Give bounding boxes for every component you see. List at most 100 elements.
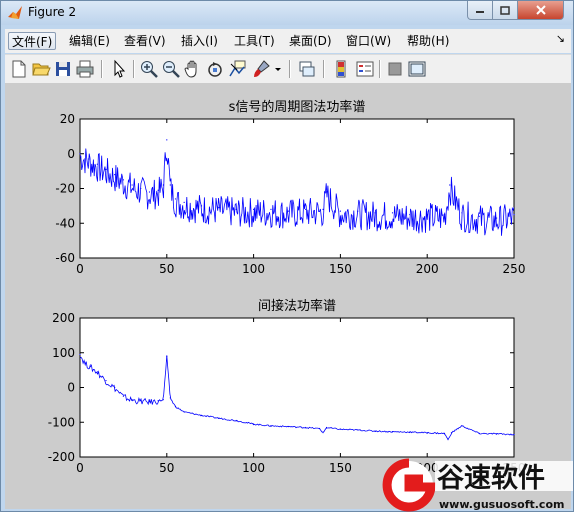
data-point: [478, 215, 480, 217]
zoom-out-icon[interactable]: [161, 59, 181, 79]
toolbar-separator: [323, 60, 325, 78]
colorbar-icon[interactable]: [331, 59, 351, 79]
y-tick-label: -200: [48, 450, 75, 464]
pan-icon[interactable]: [183, 59, 203, 79]
data-cursor-icon[interactable]: [227, 59, 247, 79]
matlab-logo-icon: [8, 6, 22, 19]
brush-dropdown-icon[interactable]: [273, 59, 283, 79]
watermark-logo: 谷速软件 www.gusuosoft.com: [382, 458, 573, 512]
data-point: [322, 208, 324, 210]
x-tick-label: 150: [329, 461, 352, 475]
menu-view[interactable]: 查看(V): [121, 32, 169, 50]
rotate-3d-icon[interactable]: [205, 59, 225, 79]
minimize-icon: [476, 11, 484, 13]
data-point: [461, 212, 463, 214]
print-icon[interactable]: [75, 59, 95, 79]
open-file-icon[interactable]: [31, 59, 51, 79]
data-point: [447, 439, 449, 441]
data-point: [409, 213, 411, 216]
data-point: [287, 210, 289, 212]
data-point: [169, 397, 171, 399]
x-tick-label: 200: [416, 262, 439, 276]
data-point: [157, 400, 159, 402]
data-point: [325, 426, 328, 429]
menu-edit[interactable]: 编辑(E): [66, 32, 113, 50]
link-plot-icon[interactable]: [297, 59, 317, 79]
watermark-brand: 谷速软件: [437, 463, 545, 494]
zoom-in-icon[interactable]: [139, 59, 159, 79]
data-point: [235, 208, 237, 210]
y-tick-label: 0: [67, 147, 75, 161]
x-tick-label: 0: [76, 262, 84, 276]
data-point: [84, 362, 86, 364]
data-point: [450, 432, 453, 434]
minimize-button[interactable]: [467, 1, 493, 20]
y-tick-label: 0: [67, 381, 75, 395]
show-plot-tools-icon[interactable]: [407, 59, 427, 79]
x-tick-label: 50: [159, 262, 174, 276]
brush-icon[interactable]: [251, 59, 271, 79]
hide-plot-tools-icon[interactable]: [385, 59, 405, 79]
save-icon[interactable]: [53, 59, 73, 79]
toolbar: [5, 54, 571, 83]
dock-arrow-icon[interactable]: ↘: [556, 32, 565, 45]
data-point: [318, 427, 321, 430]
data-point: [122, 395, 124, 397]
watermark: 谷速软件 www.gusuosoft.com: [379, 453, 574, 513]
data-point: [443, 432, 446, 434]
data-point: [148, 191, 151, 193]
data-point: [157, 189, 159, 191]
close-button[interactable]: [517, 1, 564, 20]
data-point: [174, 198, 177, 200]
data-point: [200, 205, 203, 207]
data-point: [89, 366, 92, 368]
figure-window: Figure 2 文件(F) 编辑(E) 查看(V) 插入(I) 工具(T) 桌…: [0, 0, 574, 512]
window-title: Figure 2: [28, 5, 77, 19]
data-point: [305, 208, 307, 210]
chart-title: s信号的周期图法功率谱: [229, 99, 366, 115]
y-tick-label: -40: [55, 216, 75, 230]
data-point: [513, 433, 515, 436]
data-point: [114, 174, 116, 176]
figure-canvas: s信号的周期图法功率谱 0 50 100 150 200 250 -60 -40 -20 0 20 间接…: [5, 83, 571, 509]
data-point: [96, 371, 98, 373]
y-tick-label: -20: [55, 182, 75, 196]
toolbar-separator: [133, 60, 135, 78]
menu-insert[interactable]: 插入(I): [178, 32, 221, 50]
data-point: [322, 432, 324, 434]
data-point: [270, 425, 272, 427]
data-point: [391, 431, 394, 433]
new-figure-icon[interactable]: [9, 59, 29, 79]
maximize-button[interactable]: [492, 1, 518, 20]
toolbar-separator: [289, 60, 291, 78]
y-tick-label: 200: [52, 311, 75, 325]
menu-file[interactable]: 文件(F): [8, 32, 57, 50]
data-point: [253, 423, 255, 425]
toolbar-separator: [379, 60, 381, 78]
data-point: [105, 168, 107, 170]
data-point: [162, 184, 164, 186]
data-point: [253, 208, 255, 210]
data-point: [114, 386, 116, 389]
menu-help[interactable]: 帮助(H): [404, 32, 452, 50]
edit-plot-icon[interactable]: [109, 59, 129, 79]
y-tick-label: -60: [55, 251, 75, 265]
menu-tools[interactable]: 工具(T): [231, 32, 278, 50]
data-point: [391, 212, 394, 214]
data-point: [287, 425, 289, 428]
title-bar[interactable]: Figure 2: [1, 1, 573, 25]
x-tick-label: 100: [242, 461, 265, 475]
menu-desktop[interactable]: 桌面(D): [286, 32, 335, 50]
data-point: [513, 213, 515, 216]
axes-frame[interactable]: [79, 118, 515, 259]
data-point: [79, 353, 81, 356]
data-point: [339, 210, 341, 212]
data-point: [305, 426, 307, 429]
data-point: [357, 210, 359, 212]
legend-icon[interactable]: [355, 59, 375, 79]
chart-1: s信号的周期图法功率谱 0 50 100 150 200 250 -60 -40 -20 0 20: [55, 99, 525, 276]
axes-frame[interactable]: [79, 317, 515, 458]
plots-svg: s信号的周期图法功率谱0 50 100 150 200 250-60-40-20020间接…: [48, 99, 526, 475]
menu-window[interactable]: 窗口(W): [343, 32, 394, 50]
menu-bar: 文件(F) 编辑(E) 查看(V) 插入(I) 工具(T) 桌面(D) 窗口(W…: [5, 29, 571, 53]
